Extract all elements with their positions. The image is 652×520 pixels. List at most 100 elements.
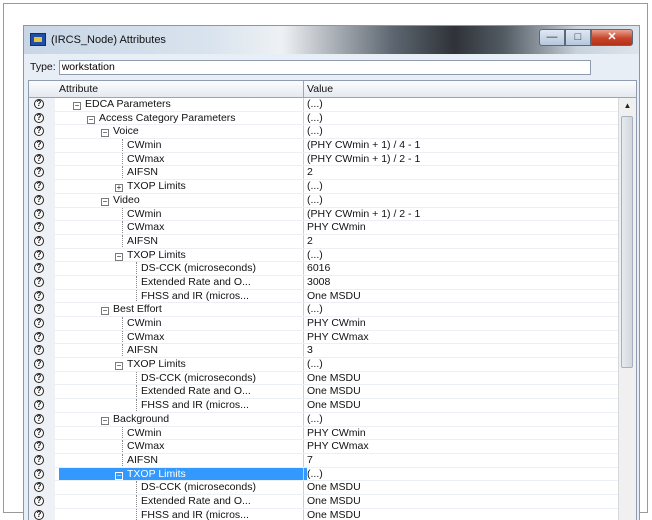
attribute-row[interactable]: ? Extended Rate and O... 3008 [29, 275, 619, 290]
help-icon[interactable]: ? [34, 372, 44, 383]
attribute-name-cell[interactable]: CWmin [127, 427, 165, 441]
attribute-row[interactable]: ? DS-CCK (microseconds) One MSDU [29, 481, 619, 495]
attribute-value-cell[interactable]: (...) [307, 303, 323, 317]
help-icon[interactable]: ? [34, 263, 44, 274]
attribute-name-cell[interactable]: DS-CCK (microseconds) [141, 372, 260, 386]
help-icon[interactable]: ? [34, 194, 44, 205]
help-icon[interactable]: ? [34, 249, 44, 260]
value-column-header[interactable]: Value [307, 83, 333, 95]
attribute-value-cell[interactable]: (PHY CWmin + 1) / 2 - 1 [307, 153, 420, 167]
attribute-value-cell[interactable]: PHY CWmin [307, 221, 366, 235]
collapse-icon[interactable]: − [115, 252, 123, 261]
help-icon[interactable]: ? [34, 468, 44, 479]
help-icon[interactable]: ? [34, 495, 44, 506]
attribute-row[interactable]: ? Extended Rate and O... One MSDU [29, 494, 619, 509]
help-icon[interactable]: ? [34, 441, 44, 452]
title-bar[interactable]: (IRCS_Node) Attributes — □ ✕ [24, 26, 639, 54]
help-icon[interactable]: ? [34, 153, 44, 164]
maximize-button[interactable]: □ [565, 29, 591, 46]
help-icon[interactable]: ? [34, 509, 44, 520]
collapse-icon[interactable]: − [101, 129, 109, 138]
attribute-value-cell[interactable]: (PHY CWmin + 1) / 2 - 1 [307, 208, 420, 222]
attribute-value-cell[interactable]: PHY CWmax [307, 331, 369, 345]
attribute-row[interactable]: ? CWmax PHY CWmin [29, 221, 619, 235]
attribute-name-cell[interactable]: AIFSN [127, 166, 162, 180]
attribute-name-cell[interactable]: Extended Rate and O... [141, 495, 255, 509]
attribute-row[interactable]: ? DS-CCK (microseconds) One MSDU [29, 371, 619, 386]
collapse-icon[interactable]: − [101, 416, 109, 425]
attribute-value-cell[interactable]: One MSDU [307, 372, 361, 386]
attribute-value-cell[interactable]: One MSDU [307, 385, 361, 399]
attribute-row[interactable]: ? AIFSN 2 [29, 166, 619, 181]
attribute-row[interactable]: ? FHSS and IR (micros... One MSDU [29, 289, 619, 304]
help-icon[interactable]: ? [34, 482, 44, 493]
attribute-name-cell[interactable]: + TXOP Limits [115, 180, 190, 194]
attribute-row[interactable]: ? − TXOP Limits (...) [29, 248, 619, 263]
attribute-row[interactable]: ? AIFSN 2 [29, 234, 619, 249]
attribute-name-cell[interactable]: − TXOP Limits [115, 358, 190, 372]
attribute-value-cell[interactable]: PHY CWmax [307, 440, 369, 454]
expand-icon[interactable]: + [115, 184, 123, 193]
attribute-value-cell[interactable]: 7 [307, 454, 313, 468]
attribute-name-cell[interactable]: CWmax [127, 221, 168, 235]
attribute-row[interactable]: ? AIFSN 7 [29, 453, 619, 468]
attribute-name-cell[interactable]: AIFSN [127, 235, 162, 249]
help-icon[interactable]: ? [34, 99, 44, 109]
attribute-value-cell[interactable]: (...) [307, 180, 323, 194]
attribute-value-cell[interactable]: (...) [307, 194, 323, 208]
attribute-name-cell[interactable]: Extended Rate and O... [141, 276, 255, 290]
attribute-name-cell[interactable]: − TXOP Limits [59, 467, 307, 482]
collapse-icon[interactable]: − [115, 362, 123, 371]
attribute-row[interactable]: ? CWmin (PHY CWmin + 1) / 2 - 1 [29, 207, 619, 222]
help-icon[interactable]: ? [34, 304, 44, 315]
attribute-name-cell[interactable]: CWmin [127, 139, 165, 153]
attribute-row[interactable]: ? CWmax PHY CWmax [29, 330, 619, 345]
attribute-name-cell[interactable]: FHSS and IR (micros... [141, 399, 253, 413]
attribute-name-cell[interactable]: CWmax [127, 331, 168, 345]
attribute-value-cell[interactable]: (...) [307, 98, 323, 112]
column-divider[interactable] [303, 81, 304, 97]
attribute-row[interactable]: ? − Background (...) [29, 412, 619, 427]
attribute-value-cell[interactable]: 2 [307, 235, 313, 249]
help-icon[interactable]: ? [34, 235, 44, 246]
attribute-row[interactable]: ? CWmin PHY CWmin [29, 317, 619, 331]
attribute-row[interactable]: ? − Video (...) [29, 193, 619, 208]
help-icon[interactable]: ? [34, 400, 44, 411]
help-icon[interactable]: ? [34, 318, 44, 328]
attribute-value-cell[interactable]: (...) [307, 249, 323, 263]
attribute-value-cell[interactable]: (...) [307, 358, 323, 372]
collapse-icon[interactable]: − [101, 307, 109, 316]
attribute-name-cell[interactable]: − TXOP Limits [115, 249, 190, 263]
attribute-name-cell[interactable]: AIFSN [127, 344, 162, 358]
attribute-name-cell[interactable]: DS-CCK (microseconds) [141, 262, 260, 276]
attribute-name-cell[interactable]: Extended Rate and O... [141, 385, 255, 399]
scrollbar-thumb[interactable] [621, 116, 633, 368]
help-icon[interactable]: ? [34, 454, 44, 465]
help-icon[interactable]: ? [34, 208, 44, 219]
help-icon[interactable]: ? [34, 386, 44, 397]
close-button[interactable]: ✕ [591, 29, 633, 46]
attribute-value-cell[interactable]: (...) [307, 468, 323, 482]
attribute-row[interactable]: ? − TXOP Limits (...) [29, 467, 619, 482]
attribute-row[interactable]: ? FHSS and IR (micros... One MSDU [29, 399, 619, 413]
attribute-value-cell[interactable]: PHY CWmin [307, 427, 366, 441]
help-icon[interactable]: ? [34, 331, 44, 342]
help-icon[interactable]: ? [34, 112, 44, 123]
help-icon[interactable]: ? [34, 167, 44, 178]
help-icon[interactable]: ? [34, 413, 44, 424]
collapse-icon[interactable]: − [87, 115, 95, 124]
attribute-row[interactable]: ? DS-CCK (microseconds) 6016 [29, 262, 619, 276]
scroll-up-arrow-icon[interactable]: ▲ [621, 99, 634, 112]
help-icon[interactable]: ? [34, 359, 44, 370]
attribute-value-cell[interactable]: 6016 [307, 262, 330, 276]
attribute-row[interactable]: ? − Best Effort (...) [29, 303, 619, 317]
attribute-name-cell[interactable]: − Access Category Parameters [87, 112, 240, 126]
attribute-row[interactable]: ? + TXOP Limits (...) [29, 180, 619, 194]
attribute-name-cell[interactable]: DS-CCK (microseconds) [141, 481, 260, 495]
attribute-name-cell[interactable]: − Background [101, 413, 173, 427]
help-icon[interactable]: ? [34, 276, 44, 287]
collapse-icon[interactable]: − [115, 471, 123, 480]
attribute-row[interactable]: ? CWmax PHY CWmax [29, 440, 619, 454]
attribute-value-cell[interactable]: One MSDU [307, 481, 361, 495]
vertical-scrollbar[interactable]: ▲ [618, 98, 636, 520]
